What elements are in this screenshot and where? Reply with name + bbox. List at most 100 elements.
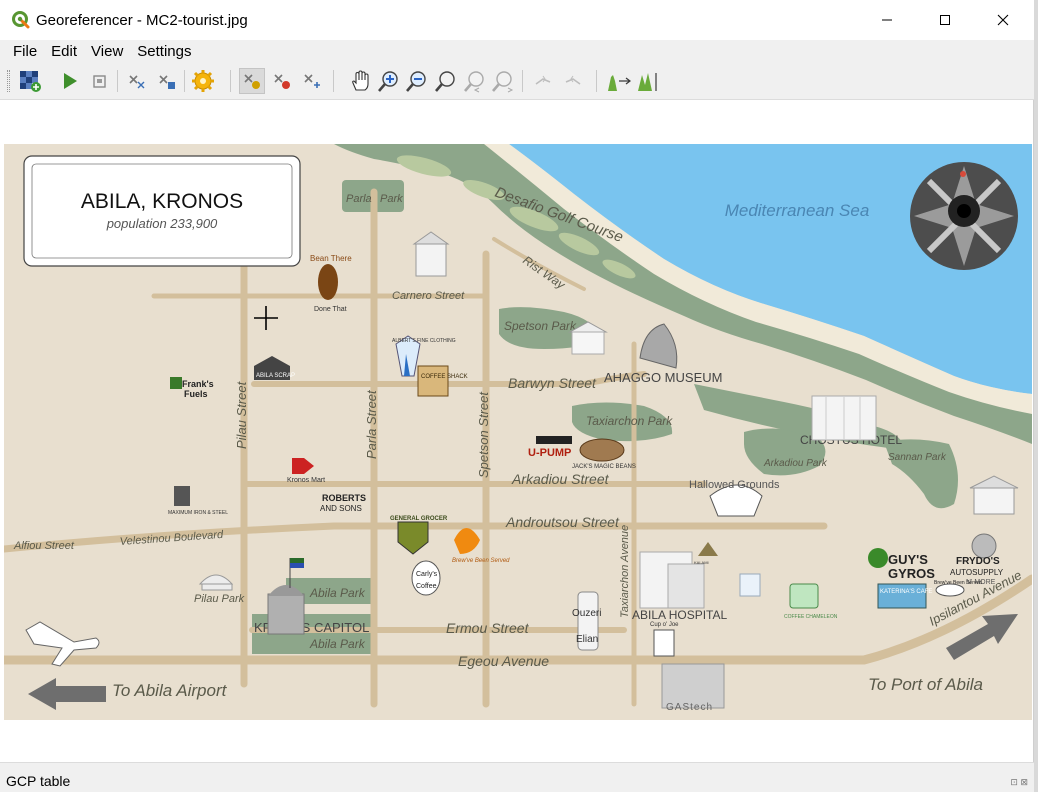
svg-text:Kronos Mart: Kronos Mart — [287, 477, 325, 484]
hotel-building — [811, 395, 877, 441]
window-edge — [1034, 0, 1038, 792]
abila-park-label-2: Abila Park — [309, 637, 366, 651]
transformation-settings-button[interactable] — [190, 68, 216, 94]
link-qgis-to-georeferencer-button[interactable] — [560, 68, 586, 94]
arkadiou-park-label: Arkadiou Park — [763, 458, 828, 469]
minimize-button[interactable] — [858, 0, 916, 40]
close-button[interactable] — [974, 0, 1032, 40]
svg-text:Carly's: Carly's — [416, 571, 438, 578]
transformation-settings-icon — [192, 70, 214, 92]
start-georeferencing-icon — [64, 73, 77, 89]
load-gcp-points-button[interactable] — [124, 68, 150, 94]
zoom-last-button[interactable] — [462, 68, 488, 94]
generate-gdal-script-button[interactable] — [87, 68, 113, 94]
zoom-next-button[interactable] — [490, 68, 516, 94]
ahaggo-museum-label: AHAGGO MUSEUM — [604, 370, 722, 385]
menu-settings[interactable]: Settings — [130, 43, 198, 60]
barwyn-street-label: Barwyn Street — [508, 375, 597, 391]
save-gcp-points-icon — [159, 75, 175, 89]
window-title: Georeferencer - MC2-tourist.jpg — [36, 12, 248, 29]
svg-text:Ouzeri: Ouzeri — [572, 608, 601, 619]
pan-button[interactable] — [347, 68, 373, 94]
toolbar-grip[interactable] — [7, 70, 10, 92]
dock-controls-icon[interactable]: ⊡ ⊠ — [1010, 777, 1028, 788]
link-georeferencer-to-qgis-icon — [535, 75, 551, 85]
egeou-avenue-label: Egeou Avenue — [458, 653, 549, 669]
svg-text:KATERINA'S CAFE: KATERINA'S CAFE — [880, 589, 932, 595]
start-georeferencing-button[interactable] — [57, 68, 83, 94]
delete-point-button[interactable] — [269, 68, 295, 94]
svg-text:MAXIMUM IRON & STEEL: MAXIMUM IRON & STEEL — [168, 510, 228, 516]
zoom-to-layer-button[interactable] — [433, 68, 459, 94]
capitol-building — [267, 585, 305, 635]
gastech-label: GAStech — [666, 702, 713, 713]
local-histogram-stretch-button[interactable] — [636, 68, 662, 94]
zoom-last-icon — [464, 71, 484, 93]
sea-label: Mediterranean Sea — [725, 201, 870, 220]
svg-text:COFFEE SHACK: COFFEE SHACK — [421, 374, 468, 380]
parla-park-label-a: Parla — [346, 193, 372, 205]
gcp-table-panel[interactable]: GCP table ⊡ ⊠ — [0, 762, 1034, 792]
gcp-table-label: GCP table — [6, 773, 71, 789]
delete-point-icon — [274, 74, 290, 89]
load-gcp-points-icon — [129, 75, 145, 89]
compass-rose-icon — [910, 162, 1018, 270]
save-gcp-points-button[interactable] — [154, 68, 180, 94]
svg-text:Brew've Been Served: Brew've Been Served — [452, 558, 510, 564]
menu-view[interactable]: View — [84, 43, 130, 60]
open-raster-icon — [20, 71, 41, 92]
svg-text:Brew've Been Served: Brew've Been Served — [934, 580, 982, 586]
zoom-out-icon — [406, 71, 426, 92]
svg-text:Bean There: Bean There — [310, 254, 352, 263]
zoom-out-button[interactable] — [404, 68, 430, 94]
zoom-in-button[interactable] — [376, 68, 402, 94]
abila-hospital-label: ABILA HOSPITAL — [632, 608, 727, 622]
map-subtitle: population 233,900 — [106, 216, 218, 231]
menu-edit[interactable]: Edit — [44, 43, 84, 60]
move-gcp-point-button[interactable] — [299, 68, 325, 94]
zoom-to-layer-icon — [435, 71, 455, 92]
svg-text:ALBERT'S FINE CLOTHING: ALBERT'S FINE CLOTHING — [392, 338, 456, 344]
add-point-icon — [244, 74, 260, 89]
zoom-next-icon — [492, 71, 514, 93]
maximize-button[interactable] — [916, 0, 974, 40]
svg-text:AND SONS: AND SONS — [320, 504, 362, 513]
svg-text:AUTOSUPPLY: AUTOSUPPLY — [950, 568, 1004, 577]
pilau-street-label: Pilau Street — [234, 380, 249, 449]
svg-text:GUY'S: GUY'S — [888, 552, 928, 567]
full-histogram-stretch-icon — [608, 75, 631, 91]
carlys-coffee-logo: Carly's Coffee — [411, 560, 441, 596]
full-histogram-stretch-button[interactable] — [606, 68, 632, 94]
svg-text:Fuels: Fuels — [184, 389, 208, 399]
svg-text:JACK'S MAGIC BEANS: JACK'S MAGIC BEANS — [572, 464, 636, 470]
menu-bar: File Edit View Settings — [0, 40, 1034, 62]
to-abila-airport-label: To Abila Airport — [112, 681, 228, 700]
svg-text:ABILA SCRAP: ABILA SCRAP — [256, 373, 295, 379]
link-georeferencer-to-qgis-button[interactable] — [530, 68, 556, 94]
move-gcp-point-icon — [304, 74, 320, 88]
generate-gdal-script-icon — [93, 75, 106, 88]
maximize-icon — [940, 15, 950, 25]
alfiou-street-label: Alfiou Street — [13, 540, 75, 552]
menu-file[interactable]: File — [6, 43, 44, 60]
open-raster-button[interactable] — [17, 68, 43, 94]
svg-text:Elian: Elian — [576, 634, 598, 645]
pan-icon — [352, 70, 369, 91]
local-histogram-stretch-icon — [638, 73, 657, 91]
title-bar[interactable]: Georeferencer - MC2-tourist.jpg — [0, 0, 1034, 40]
map-canvas[interactable]: ABILA, KRONOS population 233,900 Mediter… — [4, 100, 1032, 762]
svg-text:KALAMI: KALAMI — [694, 560, 709, 565]
androutsou-street-label: Androutsou Street — [505, 514, 620, 530]
add-point-button[interactable] — [239, 68, 265, 94]
svg-text:GENERAL GROCER: GENERAL GROCER — [390, 516, 448, 522]
map-title-cartouche: ABILA, KRONOS population 233,900 — [23, 155, 301, 267]
pilau-park-label: Pilau Park — [194, 593, 245, 605]
carnero-street-label: Carnero Street — [392, 290, 465, 302]
georeferencer-toolbar — [0, 62, 1034, 100]
map-title: ABILA, KRONOS — [81, 190, 243, 213]
taxiarchon-park-label: Taxiarchon Park — [586, 414, 673, 428]
spetson-street-label: Spetson Street — [476, 391, 491, 478]
tourist-map-image[interactable]: ABILA, KRONOS population 233,900 Mediter… — [4, 144, 1032, 720]
svg-text:FRYDO'S: FRYDO'S — [956, 556, 1000, 567]
svg-text:Done That: Done That — [314, 306, 347, 313]
